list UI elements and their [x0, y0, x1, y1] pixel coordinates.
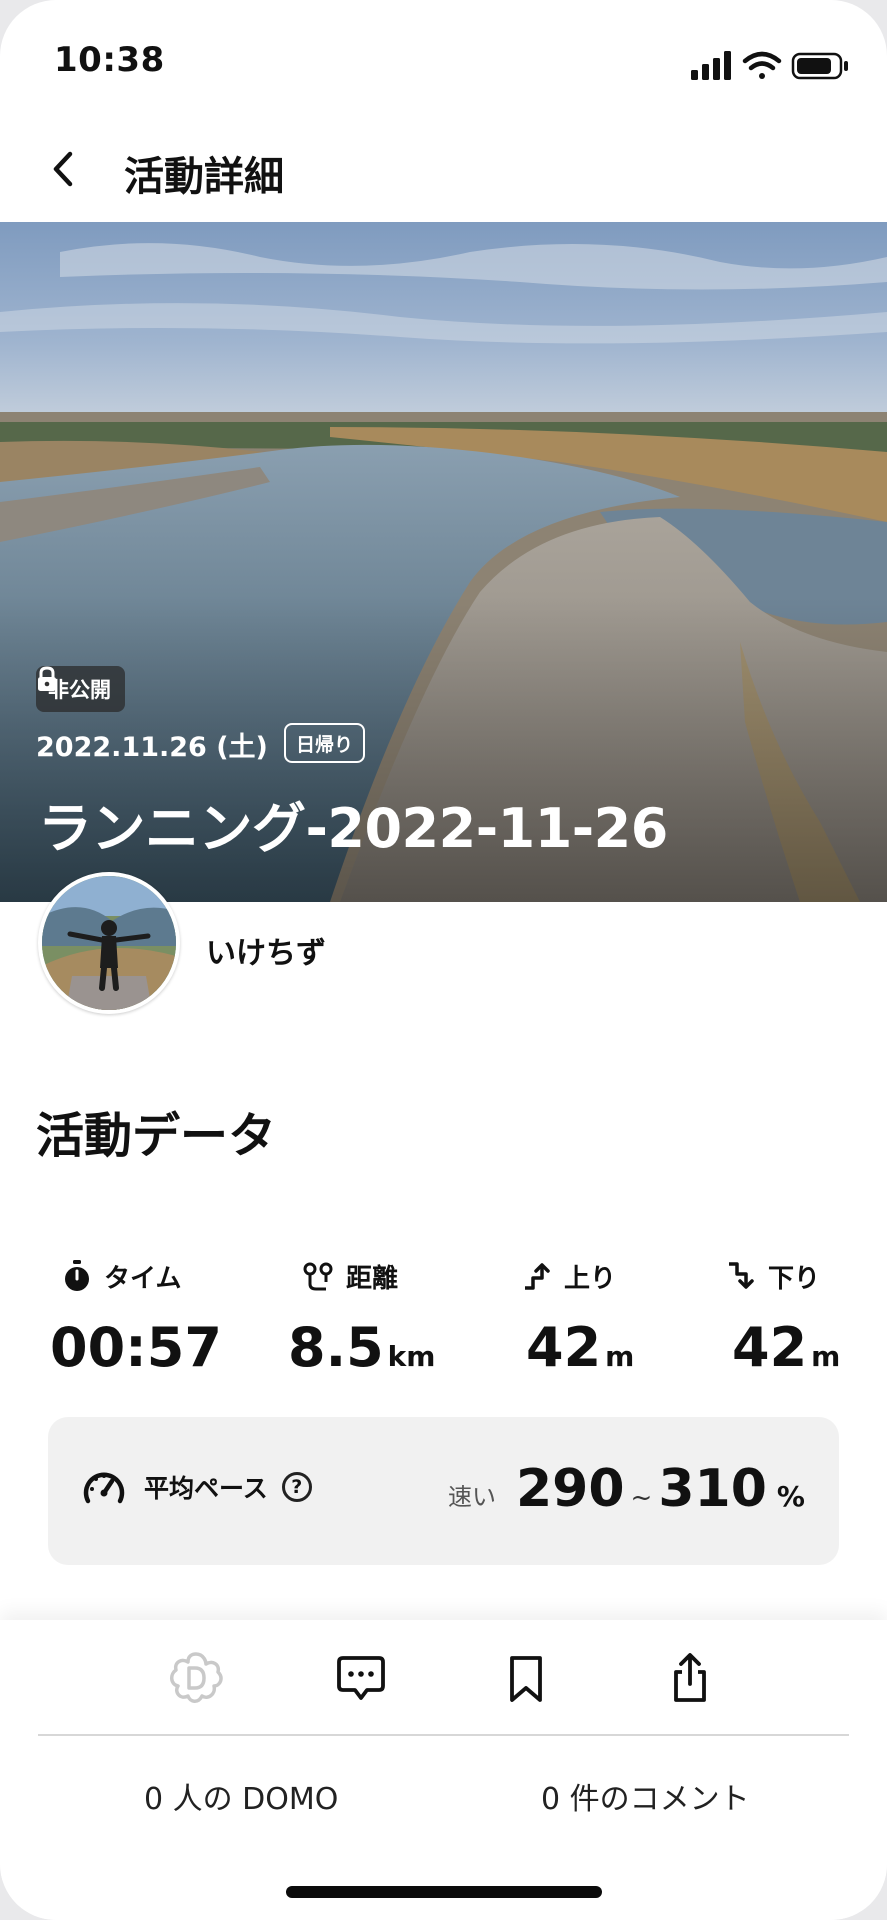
chevron-left-icon [53, 151, 73, 187]
bookmark-button[interactable] [498, 1650, 554, 1706]
stat-descent-label: 下り [768, 1263, 821, 1294]
pace-qualifier: 速い [448, 1483, 496, 1511]
stat-ascent-value: 42 [526, 1316, 602, 1379]
domo-icon [170, 1652, 223, 1703]
help-icon: ? [291, 1476, 303, 1498]
domo-button[interactable] [168, 1650, 224, 1706]
stat-distance: 距離 8.5 km [288, 1258, 436, 1379]
stat-time-value: 00:57 [50, 1316, 222, 1379]
pace-low: 290 [516, 1459, 625, 1519]
stat-ascent-label: 上り [564, 1263, 617, 1294]
action-icons [0, 1620, 887, 1734]
descent-icon [729, 1262, 754, 1289]
speedometer-icon [83, 1472, 125, 1504]
home-indicator[interactable] [286, 1886, 602, 1898]
nav-bar: 活動詳細 [0, 120, 887, 222]
page-title: 活動詳細 [124, 154, 284, 200]
bookmark-icon [510, 1656, 542, 1702]
section-title-activity-data: 活動データ [36, 1108, 277, 1164]
stat-distance-label: 距離 [346, 1263, 399, 1294]
battery-icon [791, 52, 848, 80]
activity-date: 2022.11.26 (土) [36, 732, 268, 763]
status-bar: 10:38 [0, 0, 887, 120]
avatar[interactable] [38, 872, 180, 1014]
stat-descent: 下り 42 m [726, 1258, 840, 1379]
comment-icon [337, 1656, 385, 1700]
divider [38, 1734, 849, 1736]
user-name[interactable]: いけちず [206, 928, 326, 972]
wifi-icon [742, 51, 782, 79]
average-pace-panel: 平均ペース ? 速い 290 ~310% [48, 1417, 839, 1565]
route-icon [303, 1262, 333, 1291]
back-button[interactable] [40, 144, 90, 194]
comment-count-link[interactable]: 0 件のコメント [541, 1774, 750, 1818]
pace-high: 310 [658, 1459, 767, 1519]
status-time: 10:38 [54, 40, 165, 80]
hero-photo: 非公開 2022.11.26 (土) 日帰り ランニング-2022-11-26 [0, 222, 887, 902]
average-pace-label: 平均ペース [144, 1474, 268, 1503]
help-button[interactable]: ? [281, 1472, 312, 1502]
avatar-photo [42, 876, 176, 1010]
activity-title: ランニング-2022-11-26 [38, 797, 668, 860]
pace-range: 290 ~310% [516, 1459, 805, 1519]
bottom-action-bar: 0 人の DOMO 0 件のコメント [0, 1620, 887, 1920]
ascent-icon [525, 1263, 550, 1290]
signal-icon [691, 51, 731, 80]
domo-count-link[interactable]: 0 人の DOMO [144, 1774, 338, 1818]
lock-icon [38, 666, 56, 691]
stat-time-label: タイム [104, 1263, 182, 1294]
comment-button[interactable] [333, 1650, 389, 1706]
stat-time: タイム 00:57 [50, 1258, 222, 1379]
stat-descent-value: 42 [732, 1316, 808, 1379]
share-button[interactable] [662, 1650, 718, 1706]
stat-distance-value: 8.5 [288, 1316, 384, 1379]
share-icon [674, 1653, 706, 1702]
stat-ascent-unit: m [605, 1340, 635, 1373]
visibility-badge: 非公開 [36, 666, 125, 712]
trip-type-tag: 日帰り [284, 723, 366, 763]
stopwatch-icon [65, 1260, 89, 1291]
status-icons [687, 48, 857, 82]
pace-separator: ~ [630, 1483, 653, 1513]
stat-descent-unit: m [811, 1340, 841, 1373]
pace-unit: % [776, 1480, 805, 1513]
phone-screen: 10:38 活動詳細 非公開 2022.11.26 (土) 日帰り ランニング-… [0, 0, 887, 1920]
stat-ascent: 上り 42 m [522, 1258, 634, 1379]
stat-distance-unit: km [387, 1340, 436, 1373]
